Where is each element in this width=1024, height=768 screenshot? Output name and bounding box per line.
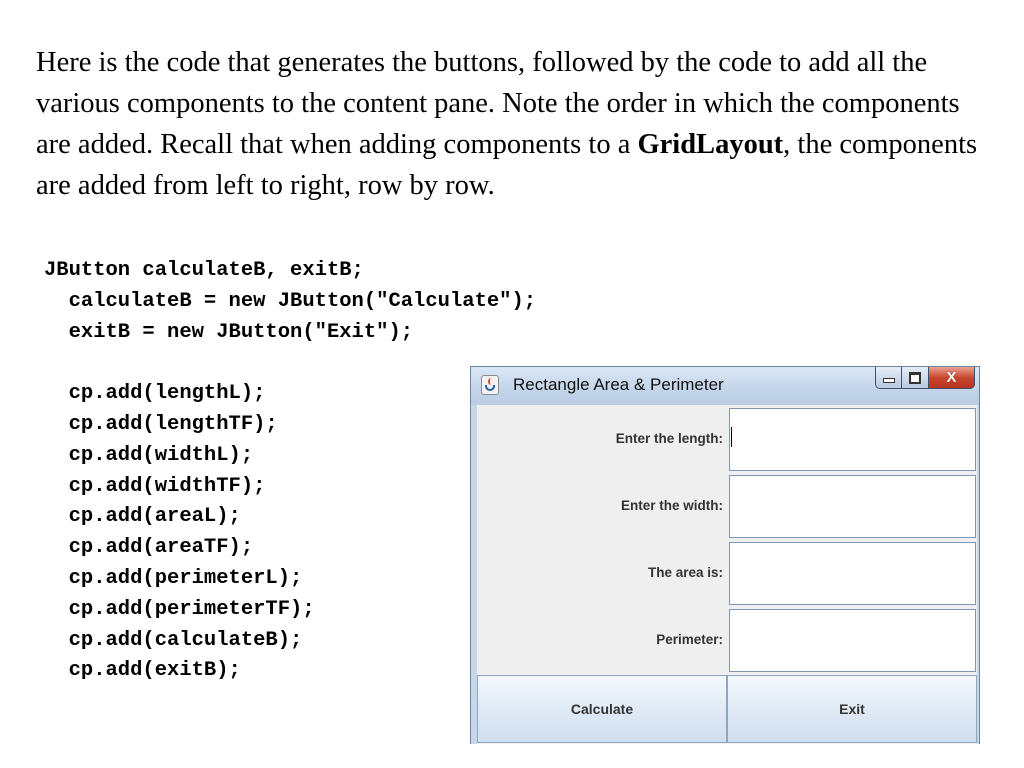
window-title: Rectangle Area & Perimeter <box>513 375 724 394</box>
cup-shape <box>485 385 495 391</box>
minimize-button[interactable] <box>875 367 902 389</box>
code-line: cp.add(widthL); <box>44 443 254 467</box>
width-field[interactable] <box>729 475 976 538</box>
calculate-button[interactable]: Calculate <box>477 675 727 743</box>
intro-paragraph: Here is the code that generates the butt… <box>36 42 996 206</box>
code-line: cp.add(perimeterL); <box>44 566 303 590</box>
code-block: JButton calculateB, exitB; calculateB = … <box>44 256 536 687</box>
code-line: cp.add(lengthL); <box>44 382 266 406</box>
app-window: Rectangle Area & Perimeter X Enter the l… <box>470 366 980 744</box>
length-row: Enter the length: <box>477 405 979 472</box>
maximize-icon <box>909 371 921 384</box>
text-caret <box>731 427 732 447</box>
exit-button[interactable]: Exit <box>727 675 977 743</box>
code-line: cp.add(widthTF); <box>44 474 266 498</box>
close-button[interactable]: X <box>929 367 975 389</box>
code-line: calculateB = new JButton("Calculate"); <box>44 289 537 313</box>
code-line: cp.add(areaL); <box>44 505 241 529</box>
steam-shape <box>488 378 494 385</box>
code-line: cp.add(calculateB); <box>44 628 303 652</box>
code-line: cp.add(lengthTF); <box>44 412 278 436</box>
perimeter-field[interactable] <box>729 609 976 672</box>
minimize-icon <box>882 378 895 383</box>
code-line: exitB = new JButton("Exit"); <box>44 320 414 344</box>
length-label: Enter the length: <box>615 431 723 446</box>
code-line: cp.add(areaTF); <box>44 536 254 560</box>
code-line: cp.add(perimeterTF); <box>44 597 315 621</box>
area-field[interactable] <box>729 542 976 605</box>
gridlayout-term: GridLayout <box>637 129 784 160</box>
maximize-button[interactable] <box>902 367 929 389</box>
content-pane: Enter the length: Enter the width: The a… <box>477 405 977 744</box>
perimeter-label: Perimeter: <box>656 632 723 647</box>
code-line: cp.add(exitB); <box>44 659 241 683</box>
window-controls: X <box>875 367 975 389</box>
perimeter-row: Perimeter: <box>477 606 979 673</box>
close-icon: X <box>946 369 957 386</box>
width-row: Enter the width: <box>477 472 979 539</box>
area-label: The area is: <box>647 565 723 580</box>
width-label: Enter the width: <box>621 498 723 513</box>
length-field[interactable] <box>729 408 976 471</box>
code-line: JButton calculateB, exitB; <box>44 259 364 282</box>
area-row: The area is: <box>477 539 979 606</box>
title-bar[interactable]: Rectangle Area & Perimeter X <box>471 367 979 405</box>
java-cup-icon[interactable] <box>481 375 499 395</box>
